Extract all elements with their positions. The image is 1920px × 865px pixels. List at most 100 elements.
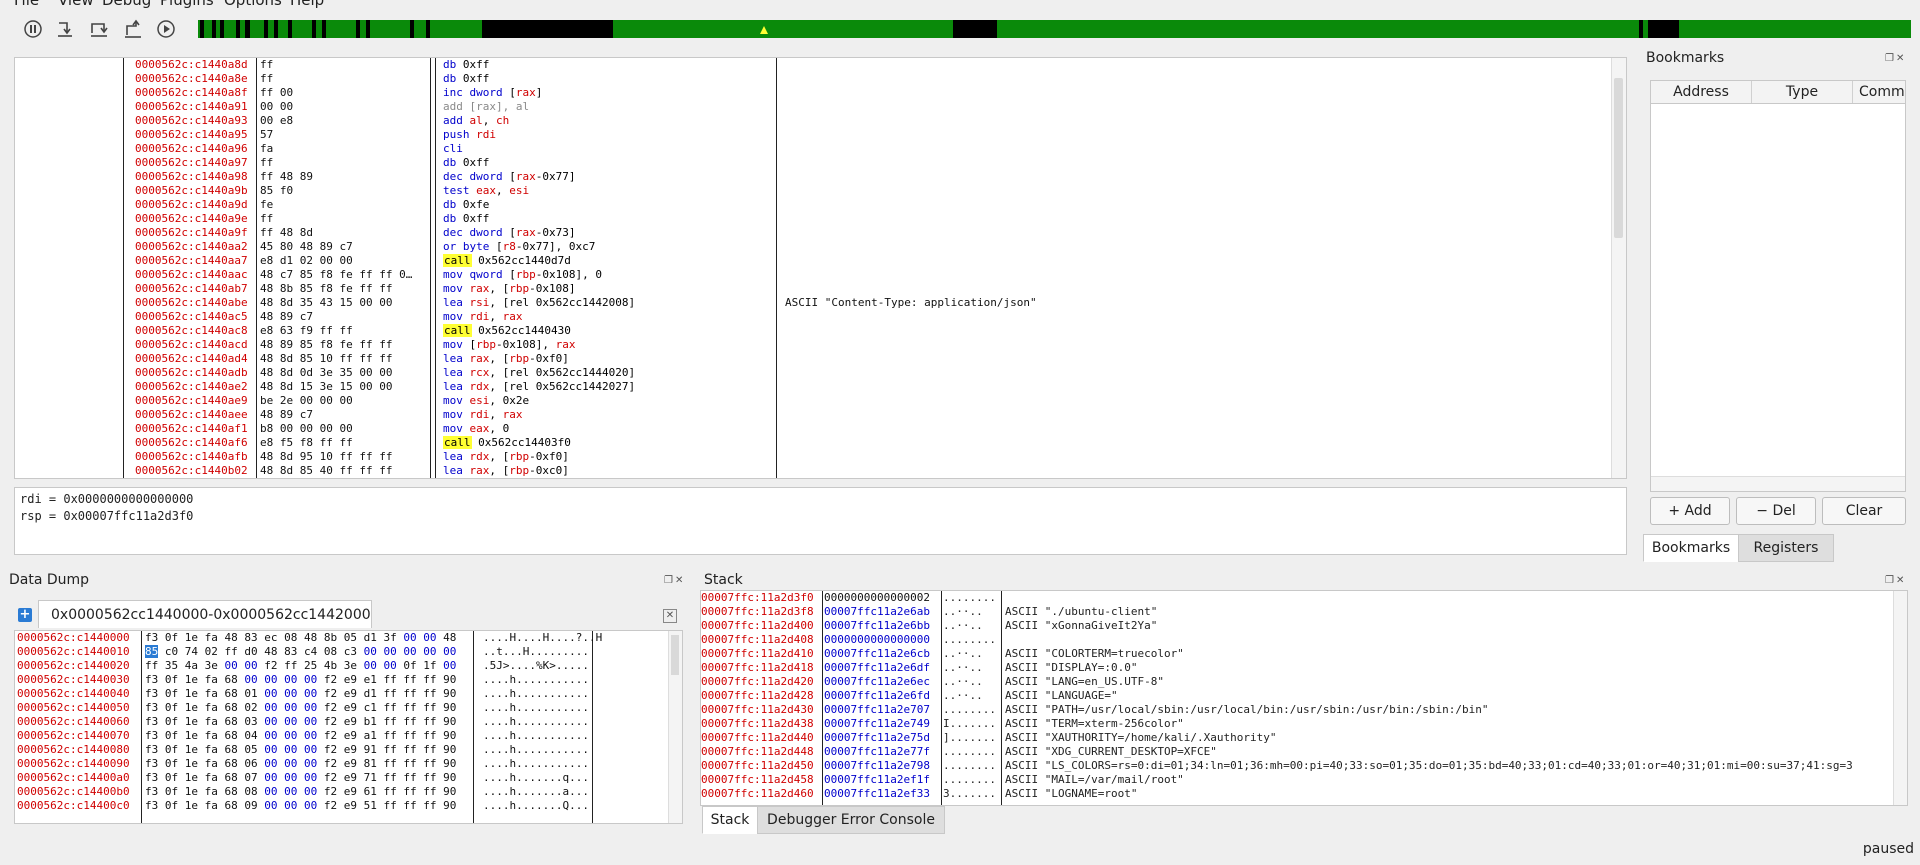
dump-byte: f2 xyxy=(323,701,338,714)
disasm-row[interactable]: 0000562c:c1440a97 ff db 0xff xyxy=(15,156,1605,170)
dump-hex: f3 0f 1e fa 48 83 ec 08 48 8b 05 d1 3f 0… xyxy=(145,631,456,645)
bookmarks-scrollbar[interactable] xyxy=(1651,476,1905,491)
disasm-token: db xyxy=(443,58,457,71)
disasm-row[interactable]: 0000562c:c1440a9b 85 f0 test eax, esi xyxy=(15,184,1605,198)
disasm-row[interactable]: 0000562c:c1440af1 b8 00 00 00 00 mov eax, … xyxy=(15,422,1605,436)
stack-row[interactable]: 00007ffc:11a2d440 00007ffc11a2e75d]......… xyxy=(701,731,1891,745)
dump-byte: 0f xyxy=(164,757,179,770)
add-bookmark-button[interactable]: + Add xyxy=(1650,497,1730,525)
disasm-row[interactable]: 0000562c:c1440afb 48 8d 95 10 ff ff ff lea… xyxy=(15,450,1605,464)
disasm-row[interactable]: 0000562c:c1440a8f ff 00 inc dword [rax] xyxy=(15,86,1605,100)
menu-plugins[interactable]: Plugins xyxy=(160,0,214,8)
stack-row[interactable]: 00007ffc:11a2d430 00007ffc11a2e707.......… xyxy=(701,703,1891,717)
stack-scrollbar[interactable] xyxy=(1893,591,1907,805)
disasm-row[interactable]: 0000562c:c1440a98 ff 48 89 dec dword [rax-… xyxy=(15,170,1605,184)
menu-help[interactable]: Help xyxy=(290,0,324,8)
disasm-row[interactable]: 0000562c:c1440a8e ff db 0xff xyxy=(15,72,1605,86)
tab-registers[interactable]: Registers xyxy=(1738,534,1834,562)
stack-row[interactable]: 00007ffc:11a2d458 00007ffc11a2ef1f.......… xyxy=(701,773,1891,787)
dump-byte: 48 xyxy=(443,631,457,644)
stack-ascii: ..··.. xyxy=(943,675,983,688)
panel-float-close-icon[interactable]: ❐✕ xyxy=(1885,53,1906,64)
panel-float-close-icon[interactable]: ❐✕ xyxy=(664,575,685,586)
register-line: rsp = 0x00007ffc11a2d3f0 xyxy=(20,509,194,523)
disasm-row[interactable]: 0000562c:c1440aa2 45 80 48 89 c7 or byte [… xyxy=(15,240,1605,254)
bookmarks-table[interactable]: Address Type Comment xyxy=(1650,80,1906,492)
step-into-button[interactable] xyxy=(52,17,78,41)
add-tab-icon[interactable]: + xyxy=(18,608,32,622)
disasm-row[interactable]: 0000562c:c1440a9d fe db 0xfe xyxy=(15,198,1605,212)
disasm-row[interactable]: 0000562c:c1440aee 48 89 c7 mov rdi, rax xyxy=(15,408,1605,422)
disasm-row[interactable]: 0000562c:c1440a96 fa cli xyxy=(15,142,1605,156)
dump-hex: 85 c0 74 02 ff d0 48 83 c4 08 c3 00 00 0… xyxy=(145,645,456,659)
stack-row[interactable]: 00007ffc:11a2d448 00007ffc11a2e77f.......… xyxy=(701,745,1891,759)
disasm-token: rax xyxy=(462,464,490,477)
memory-map-bar[interactable] xyxy=(198,20,1911,38)
data-dump-scrollbar[interactable] xyxy=(668,631,682,823)
disasm-row[interactable]: 0000562c:c1440ac5 48 89 c7 mov rdi, rax xyxy=(15,310,1605,324)
step-out-button[interactable] xyxy=(120,17,146,41)
stack-row[interactable]: 00007ffc:11a2d438 00007ffc11a2e749 I......… xyxy=(701,717,1891,731)
menu-debug[interactable]: Debug xyxy=(102,0,151,8)
disasm-row[interactable]: 0000562c:c1440a91 00 00 add [rax], al xyxy=(15,100,1605,114)
stack-row[interactable]: 00007ffc:11a2d428 00007ffc11a2e6fd ..··.. A… xyxy=(701,689,1891,703)
disasm-token: , [ xyxy=(489,352,510,365)
disasm-token: ch xyxy=(496,114,510,127)
stack-row[interactable]: 00007ffc:11a2d3f0 0000000000000002.......… xyxy=(701,591,1891,605)
clear-bookmarks-button[interactable]: Clear xyxy=(1822,497,1906,525)
disasm-row[interactable]: 0000562c:c1440b02 48 8d 85 40 ff ff ff lea… xyxy=(15,464,1605,478)
disasm-row[interactable]: 0000562c:c1440a8d ff db 0xff xyxy=(15,58,1605,72)
delete-bookmark-button[interactable]: − Del xyxy=(1736,497,1816,525)
disasm-row[interactable]: 0000562c:c1440ae9 be 2e 00 00 00 mov esi, … xyxy=(15,394,1605,408)
disasm-address: 0000562c:c1440adb xyxy=(135,366,248,379)
disasm-row[interactable]: 0000562c:c1440a93 00 e8 add al, ch xyxy=(15,114,1605,128)
bookmarks-column-address[interactable]: Address xyxy=(1651,81,1752,103)
menu-file[interactable]: File xyxy=(14,0,39,8)
menu-view[interactable]: View xyxy=(58,0,94,8)
stack-row[interactable]: 00007ffc:11a2d450 00007ffc11a2e798.......… xyxy=(701,759,1891,773)
run-button[interactable] xyxy=(153,17,179,41)
disasm-row[interactable]: 0000562c:c1440ab7 48 8b 85 f8 fe ff ff mov… xyxy=(15,282,1605,296)
disasm-row[interactable]: 0000562c:c1440a95 57 push rdi xyxy=(15,128,1605,142)
bookmarks-column-comment[interactable]: Comment xyxy=(1853,81,1905,103)
stack-row[interactable]: 00007ffc:11a2d460 00007ffc11a2ef33 3......… xyxy=(701,787,1891,801)
close-tab-icon[interactable]: ✕ xyxy=(663,609,677,623)
disasm-token: rax xyxy=(515,226,536,239)
menu-options[interactable]: Options xyxy=(224,0,282,8)
disasm-row[interactable]: 0000562c:c1440ac8 e8 63 f9 ff ff call 0x56… xyxy=(15,324,1605,338)
disasm-row[interactable]: 0000562c:c1440acd 48 89 85 f8 fe ff ff mov… xyxy=(15,338,1605,352)
stack-row[interactable]: 00007ffc:11a2d418 00007ffc11a2e6df ..··.. A… xyxy=(701,661,1891,675)
disasm-bytes: ff xyxy=(260,156,274,169)
stack-view[interactable]: 00007ffc:11a2d3f0 0000000000000002.......… xyxy=(700,590,1908,806)
disasm-row[interactable]: 0000562c:c1440adb 48 8d 0d 3e 35 00 00 lea… xyxy=(15,366,1605,380)
stack-row[interactable]: 00007ffc:11a2d408 0000000000000000.......… xyxy=(701,633,1891,647)
stack-row[interactable]: 00007ffc:11a2d3f8 00007ffc11a2e6ab ..··.. A… xyxy=(701,605,1891,619)
disasm-row[interactable]: 0000562c:c1440a9e ff db 0xff xyxy=(15,212,1605,226)
disasm-token: 0xff xyxy=(456,156,490,169)
stack-row[interactable]: 00007ffc:11a2d420 00007ffc11a2e6ec ..··.. A… xyxy=(701,675,1891,689)
step-over-button[interactable] xyxy=(86,17,112,41)
tab-stack[interactable]: Stack xyxy=(702,806,758,834)
panel-float-close-icon[interactable]: ❐✕ xyxy=(1885,575,1906,586)
data-dump-view[interactable]: 0000562c:c1440000 f3 0f 1e fa 48 83 ec 08… xyxy=(14,630,683,824)
dump-tab[interactable]: 0x0000562cc1440000-0x0000562cc1442000 xyxy=(38,600,372,628)
disasm-row[interactable]: 0000562c:c1440ae2 48 8d 15 3e 15 00 00 lea… xyxy=(15,380,1605,394)
disasm-row[interactable]: 0000562c:c1440aac 48 c7 85 f8 fe ff ff 0…… xyxy=(15,268,1605,282)
disasm-row[interactable]: 0000562c:c1440a9f ff 48 8d dec dword [rax-… xyxy=(15,226,1605,240)
disasm-instruction: mov qword [rbp-0x108], 0 xyxy=(443,268,602,282)
disasm-row[interactable]: 0000562c:c1440abe 48 8d 35 43 15 00 00 lea… xyxy=(15,296,1605,310)
bookmarks-column-type[interactable]: Type xyxy=(1752,81,1853,103)
pause-button[interactable] xyxy=(20,17,46,41)
disasm-row[interactable]: 0000562c:c1440ad4 48 8d 85 10 ff ff ff lea… xyxy=(15,352,1605,366)
dump-byte: f3 xyxy=(145,715,159,728)
disassembly-scrollbar[interactable] xyxy=(1611,58,1626,478)
stack-row[interactable]: 00007ffc:11a2d410 00007ffc11a2e6cb ..··.. A… xyxy=(701,647,1891,661)
tab-debugger-error-console[interactable]: Debugger Error Console xyxy=(757,806,945,834)
disasm-row[interactable]: 0000562c:c1440aa7 e8 d1 02 00 00 call 0x56… xyxy=(15,254,1605,268)
tab-bookmarks[interactable]: Bookmarks xyxy=(1643,534,1739,562)
disassembly-view[interactable]: 0000562c:c1440a8d ff db 0xff 0000562c:c1440… xyxy=(14,57,1627,479)
dump-byte: 0f xyxy=(164,631,179,644)
stack-row[interactable]: 00007ffc:11a2d400 00007ffc11a2e6bb ..··.. A… xyxy=(701,619,1891,633)
dump-byte: ff xyxy=(403,743,417,756)
disasm-row[interactable]: 0000562c:c1440af6 e8 f5 f8 ff ff call 0x56… xyxy=(15,436,1605,450)
